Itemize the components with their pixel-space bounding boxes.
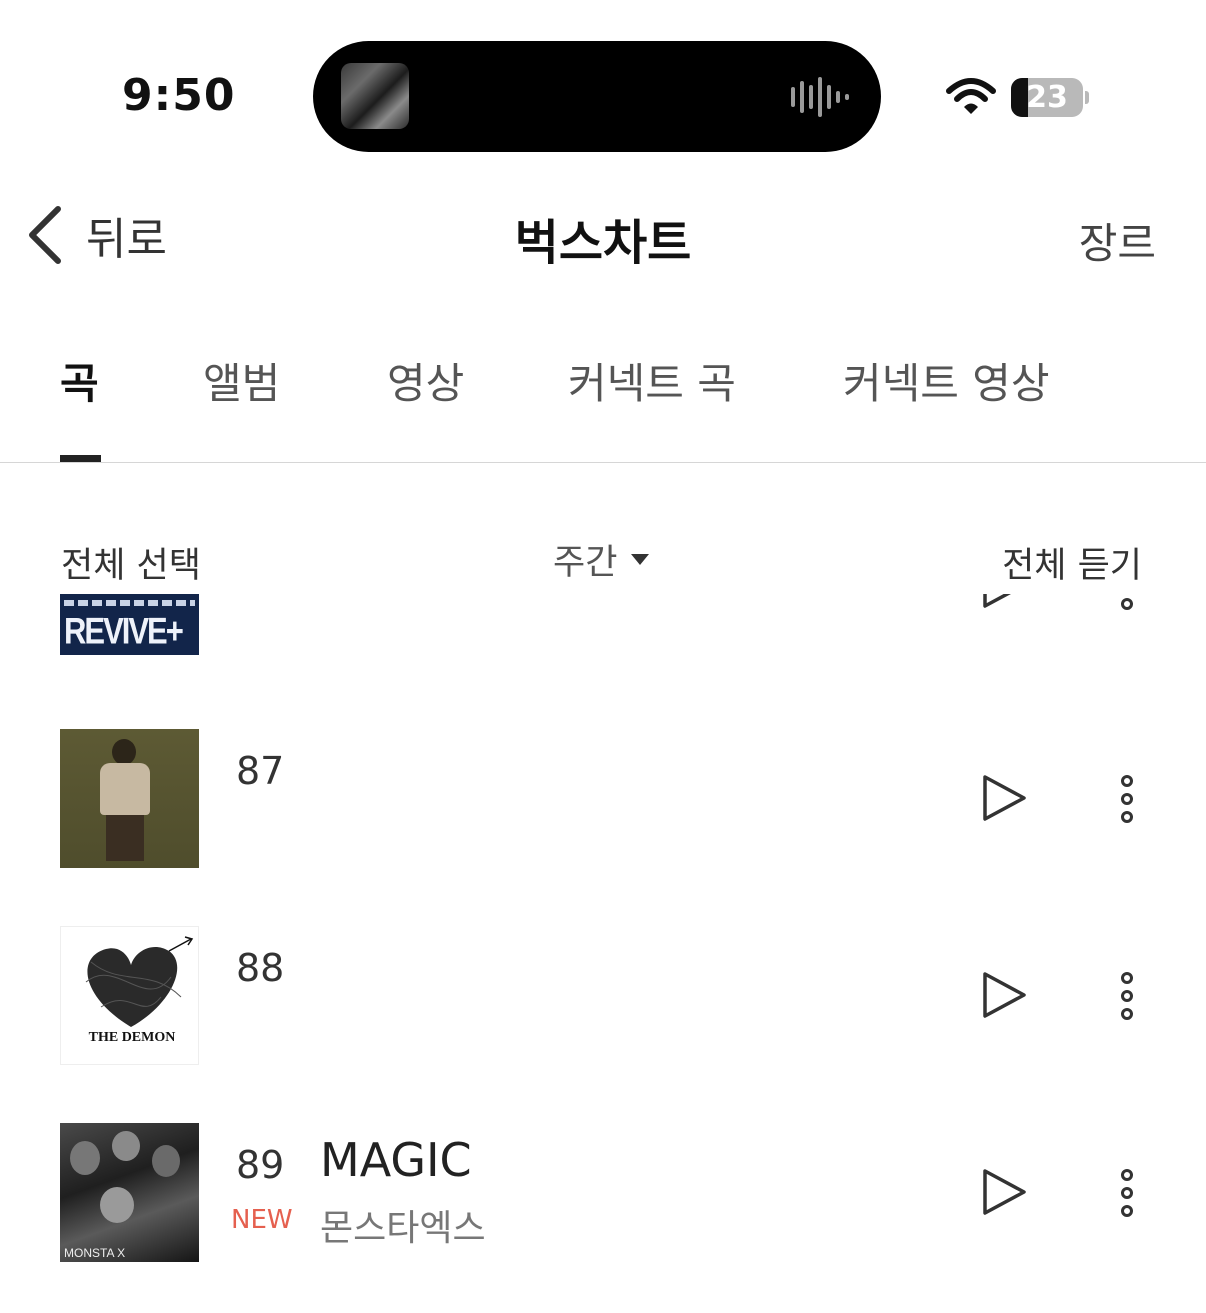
more-options-icon[interactable] (1116, 594, 1138, 610)
album-art (60, 729, 199, 868)
select-all-button[interactable]: 전체 선택 (61, 537, 201, 588)
more-options-icon[interactable] (1116, 1169, 1138, 1217)
audio-waveform-icon (791, 77, 849, 117)
period-label: 주간 (553, 543, 618, 583)
song-title[interactable]: MAGIC (320, 1133, 472, 1187)
play-icon[interactable] (980, 773, 1028, 823)
rank-number: 87 (236, 749, 285, 793)
list-item[interactable]: REVIVE+ (0, 594, 1206, 656)
chart-list: REVIVE+ 87 THE DEMON 88 MONSTA X 89 NEW … (0, 594, 1206, 1313)
more-options-icon[interactable] (1116, 972, 1138, 1020)
tab-connect-songs[interactable]: 커넥트 곡 (568, 350, 736, 411)
play-icon[interactable] (980, 1167, 1028, 1217)
tab-bar: 곡 앨범 영상 커넥트 곡 커넥트 영상 (0, 350, 1206, 462)
album-art-text: MONSTA X (64, 1246, 126, 1260)
rank-number: 88 (236, 946, 285, 990)
tab-divider (0, 462, 1206, 463)
dynamic-island[interactable] (313, 41, 881, 152)
period-dropdown[interactable]: 주간 (553, 534, 650, 585)
list-item[interactable]: 87 (0, 729, 1206, 869)
play-all-button[interactable]: 전체 듣기 (1002, 537, 1142, 588)
album-art: MONSTA X (60, 1123, 199, 1262)
tab-albums[interactable]: 앨범 (203, 350, 280, 411)
battery-terminal (1085, 91, 1089, 104)
play-icon[interactable] (980, 970, 1028, 1020)
tab-videos[interactable]: 영상 (387, 350, 464, 411)
list-item[interactable]: MONSTA X 89 NEW MAGIC 몬스타엑스 (0, 1123, 1206, 1263)
status-time: 9:50 (122, 70, 236, 121)
album-art-text: THE DEMON (88, 1030, 176, 1045)
battery-indicator: 23 (1011, 78, 1083, 117)
new-badge: NEW (231, 1205, 293, 1235)
album-art-text: REVIVE+ (64, 610, 184, 652)
tab-connect-videos[interactable]: 커넥트 영상 (843, 350, 1050, 411)
wifi-icon (946, 78, 996, 114)
caret-down-icon (631, 554, 650, 565)
artist-name[interactable]: 몬스타엑스 (320, 1199, 486, 1251)
album-art: REVIVE+ (60, 594, 199, 655)
battery-percent: 23 (1026, 80, 1068, 115)
genre-button[interactable]: 장르 (1079, 210, 1156, 271)
tab-songs[interactable]: 곡 (60, 350, 99, 411)
now-playing-artwork (341, 63, 409, 129)
rank-number: 89 (236, 1143, 285, 1187)
more-options-icon[interactable] (1116, 775, 1138, 823)
play-icon[interactable] (980, 594, 1028, 610)
list-item[interactable]: THE DEMON 88 (0, 926, 1206, 1066)
album-art: THE DEMON (60, 926, 199, 1065)
page-title: 벅스차트 (514, 215, 692, 271)
